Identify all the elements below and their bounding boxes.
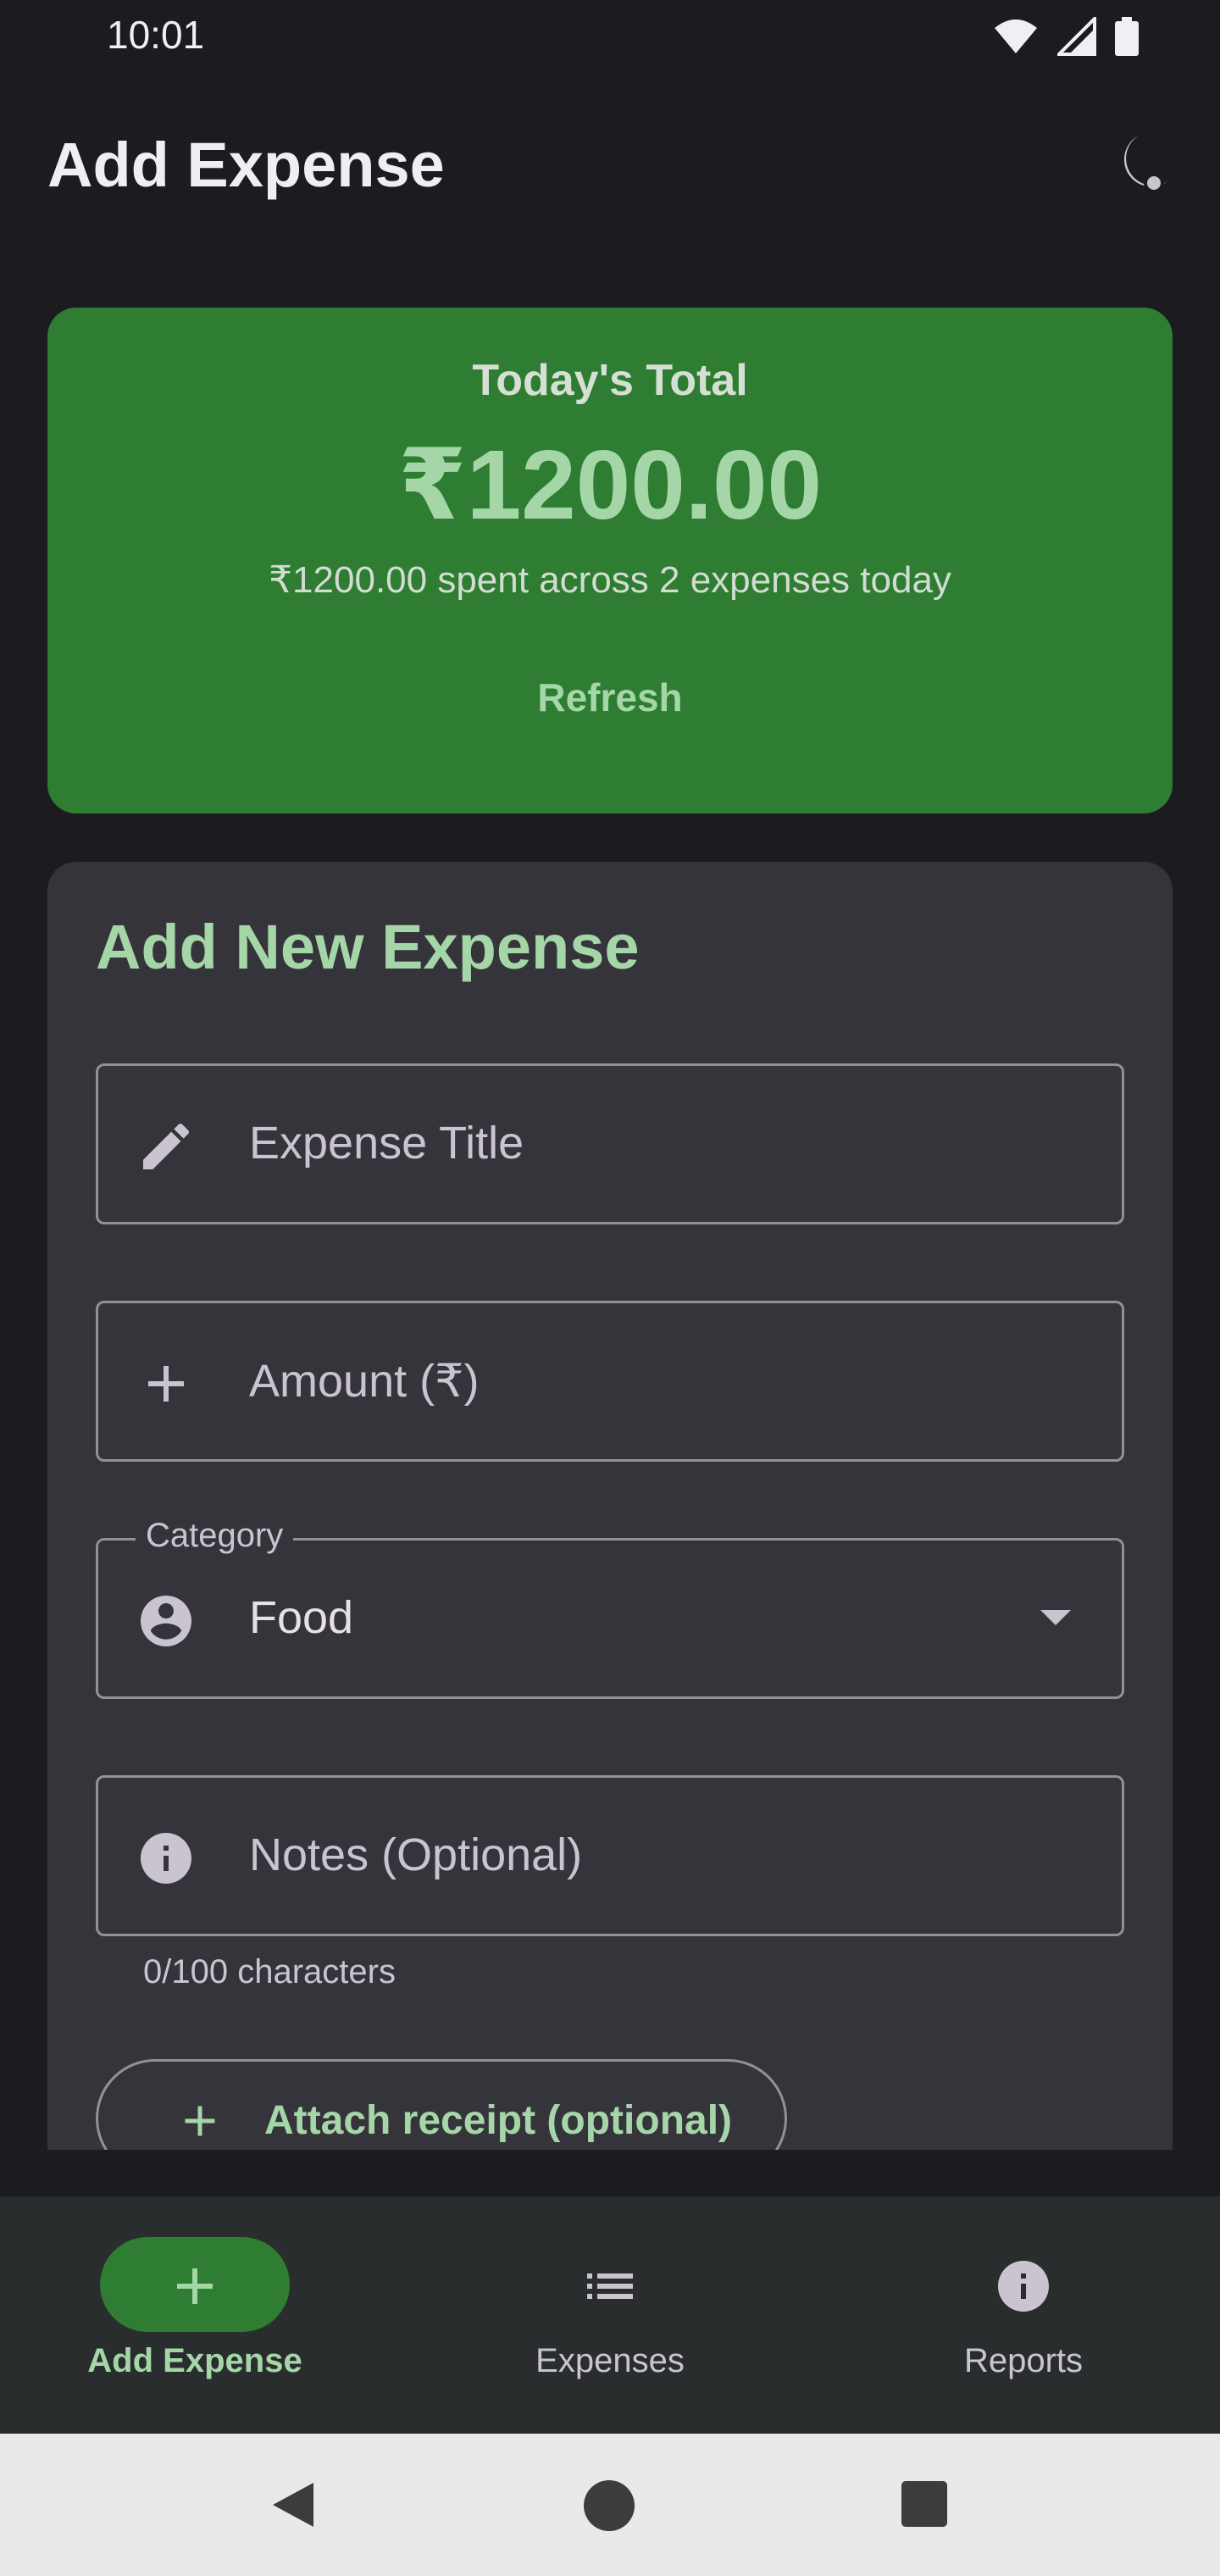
refresh-button[interactable]: Refresh <box>525 655 695 740</box>
plus-icon <box>185 2106 215 2136</box>
system-navigation-bar <box>0 2434 1220 2576</box>
battery-icon <box>1115 17 1139 56</box>
attach-receipt-label: Attach receipt (optional) <box>264 2098 733 2143</box>
plus-icon <box>177 2268 213 2304</box>
attach-receipt-button[interactable]: Attach receipt (optional) <box>96 2059 787 2150</box>
status-bar: 10:01 <box>0 0 1220 71</box>
expense-title-field[interactable]: Expense Title <box>96 1063 1124 1224</box>
bottom-navigation: Add Expense Expenses Reports <box>0 2196 1220 2434</box>
add-expense-form: Add New Expense Expense Title Amount (₹)… <box>47 862 1173 2150</box>
notes-placeholder: Notes (Optional) <box>249 1829 583 1880</box>
dropdown-arrow-icon <box>1040 1610 1071 1625</box>
recents-icon[interactable] <box>901 2481 947 2527</box>
category-label: Category <box>136 1517 294 1555</box>
app-bar: Add Expense <box>0 71 1220 258</box>
pencil-icon <box>143 1123 190 1169</box>
dark-mode-icon <box>1123 136 1167 193</box>
page-title: Add Expense <box>47 130 445 200</box>
today-total-card: Today's Total ₹1200.00 ₹1200.00 spent ac… <box>47 308 1173 813</box>
total-label: Today's Total <box>472 356 748 405</box>
nav-label: Add Expense <box>87 2342 302 2379</box>
status-icons <box>993 17 1139 56</box>
wifi-icon <box>995 19 1037 53</box>
back-icon[interactable] <box>268 2479 319 2530</box>
notes-field[interactable]: Notes (Optional) <box>96 1775 1124 1936</box>
plus-icon <box>148 1366 184 1402</box>
signal-icon <box>1057 17 1096 56</box>
total-amount: ₹1200.00 <box>397 430 823 540</box>
nav-label: Reports <box>963 2342 1084 2379</box>
category-value: Food <box>249 1592 354 1643</box>
amount-placeholder: Amount (₹) <box>249 1356 480 1407</box>
info-icon <box>998 2261 1049 2312</box>
home-icon[interactable] <box>583 2479 635 2532</box>
total-subtitle: ₹1200.00 spent across 2 expenses today <box>269 559 951 601</box>
status-time: 10:01 <box>107 13 205 57</box>
category-dropdown[interactable]: Category Food <box>96 1517 1124 1699</box>
amount-field[interactable]: Amount (₹) <box>96 1301 1124 1462</box>
person-circle-icon <box>141 1596 191 1646</box>
form-title: Add New Expense <box>96 912 640 982</box>
nav-item-add-expense[interactable]: Add Expense <box>68 2196 322 2434</box>
info-icon <box>141 1833 191 1884</box>
nav-item-reports[interactable]: Reports <box>896 2196 1151 2434</box>
expense-title-placeholder: Expense Title <box>249 1118 524 1169</box>
list-icon <box>587 2273 633 2299</box>
nav-label: Expenses <box>535 2342 685 2379</box>
theme-toggle-button[interactable] <box>1101 130 1173 202</box>
notes-character-counter: 0/100 characters <box>143 1953 396 1990</box>
nav-item-expenses[interactable]: Expenses <box>483 2196 737 2434</box>
